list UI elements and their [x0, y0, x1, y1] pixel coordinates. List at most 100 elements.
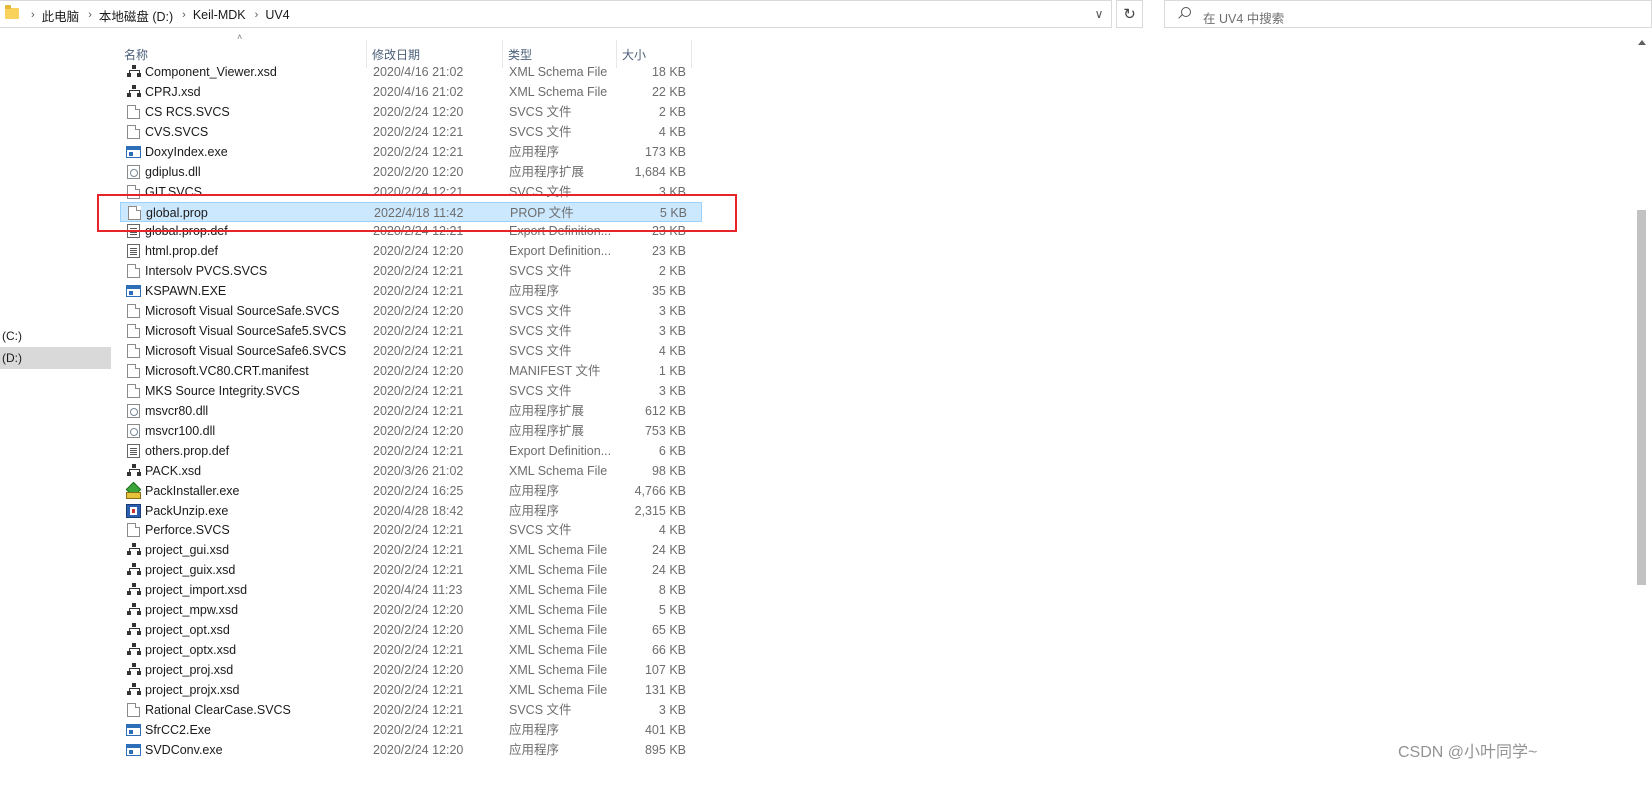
breadcrumb-keil-mdk[interactable]: Keil-MDK: [193, 8, 246, 22]
file-row[interactable]: Intersolv PVCS.SVCS 2020/2/24 12:21 SVCS 文…: [120, 261, 702, 281]
search-input[interactable]: 在 UV4 中搜索: [1203, 8, 1284, 27]
file-row[interactable]: project_gui.xsd 2020/2/24 12:21 XML Schema…: [120, 540, 702, 560]
breadcrumb-uv4[interactable]: UV4: [265, 8, 289, 22]
file-type: XML Schema File: [509, 682, 608, 697]
file-type: SVCS 文件: [509, 124, 572, 139]
file-date: 2020/2/24 12:21: [373, 284, 464, 299]
file-row[interactable]: project_optx.xsd 2020/2/24 12:21 XML Schem…: [120, 640, 702, 660]
file-type: XML Schema File: [509, 662, 608, 677]
file-size: 4,766 KB: [634, 483, 686, 498]
file-row[interactable]: others.prop.def 2020/2/24 12:21 Export Def…: [120, 441, 702, 461]
file-type: 应用程序扩展: [509, 423, 585, 438]
file-type: 应用程序: [509, 742, 560, 757]
breadcrumb-drive-d[interactable]: 本地磁盘 (D:): [99, 6, 173, 25]
chevron-right-icon[interactable]: ›: [246, 9, 266, 21]
file-size: 3 KB: [658, 383, 686, 398]
file-row[interactable]: msvcr100.dll 2020/2/24 12:20 应用程序扩展 753 KB: [120, 421, 702, 441]
file-row[interactable]: gdiplus.dll 2020/2/20 12:20 应用程序扩展 1,684 KB: [120, 162, 702, 182]
file-type: XML Schema File: [509, 623, 608, 637]
file-row[interactable]: Microsoft.VC80.CRT.manifest 2020/2/24 12:…: [120, 361, 702, 381]
file-size: 4 KB: [658, 344, 686, 358]
file-name: gdiplus.dll: [145, 164, 201, 179]
file-row[interactable]: project_import.xsd 2020/4/24 11:23 XML Sch…: [120, 580, 702, 600]
pack-installer-icon: [125, 483, 141, 499]
file-row[interactable]: DoxyIndex.exe 2020/2/24 12:21 应用程序 173 KB: [120, 142, 702, 162]
file-row[interactable]: KSPAWN.EXE 2020/2/24 12:21 应用程序 35 KB: [120, 281, 702, 301]
file-name: Perforce.SVCS: [145, 523, 230, 538]
file-name: Microsoft Visual SourceSafe6.SVCS: [145, 344, 347, 358]
file-icon: [127, 264, 140, 279]
file-name: project_optx.xsd: [145, 643, 237, 657]
file-row[interactable]: project_proj.xsd 2020/2/24 12:20 XML Schem…: [120, 660, 702, 680]
file-row[interactable]: project_projx.xsd 2020/2/24 12:21 XML Sche…: [120, 680, 702, 700]
breadcrumb-this-pc[interactable]: 此电脑: [42, 6, 80, 25]
file-size: 18 KB: [651, 65, 686, 79]
chevron-down-icon[interactable]: ∨: [1087, 1, 1111, 27]
file-row[interactable]: PackUnzip.exe 2020/4/28 18:42 应用程序 2,315 KB: [120, 501, 702, 521]
xsd-icon: [127, 84, 141, 99]
file-row[interactable]: Rational ClearCase.SVCS 2020/2/24 12:21 SV…: [120, 700, 702, 720]
refresh-icon: ↻: [1123, 6, 1136, 23]
file-row[interactable]: MKS Source Integrity.SVCS 2020/2/24 12:21…: [120, 381, 702, 401]
file-row[interactable]: SVDConv.exe 2020/2/24 12:20 应用程序 895 KB: [120, 740, 702, 760]
file-row[interactable]: project_mpw.xsd 2020/2/24 12:20 XML Schema…: [120, 600, 702, 620]
file-type: XML Schema File: [509, 643, 608, 657]
xsd-icon: [127, 603, 141, 617]
file-type: SVCS 文件: [509, 324, 572, 339]
file-size: 895 KB: [644, 742, 686, 757]
file-row[interactable]: CS RCS.SVCS 2020/2/24 12:20 SVCS 文件 2 KB: [120, 102, 702, 122]
file-size: 1,684 KB: [634, 164, 686, 179]
xsd-icon: [127, 623, 141, 637]
nav-item-drive-c[interactable]: (C:): [0, 325, 111, 347]
file-name: project_gui.xsd: [145, 543, 230, 558]
breadcrumb: › 此电脑 › 本地磁盘 (D:) › Keil-MDK › UV4: [22, 1, 290, 29]
scroll-up-arrow-icon[interactable]: [1638, 40, 1646, 45]
xsd-icon: [127, 463, 141, 478]
file-row[interactable]: SfrCC2.Exe 2020/2/24 12:21 应用程序 401 KB: [120, 720, 702, 740]
search-box[interactable]: 在 UV4 中搜索: [1164, 0, 1652, 28]
file-name: Microsoft Visual SourceSafe.SVCS: [145, 304, 340, 319]
file-icon: [127, 124, 140, 139]
chevron-right-icon[interactable]: ›: [79, 9, 99, 21]
file-date: 2020/2/24 12:21: [373, 563, 464, 578]
file-type: SVCS 文件: [509, 383, 572, 398]
file-size: 3 KB: [658, 324, 686, 339]
file-row[interactable]: Perforce.SVCS 2020/2/24 12:21 SVCS 文件 4 KB: [120, 520, 702, 540]
file-name: Microsoft.VC80.CRT.manifest: [145, 363, 309, 378]
chevron-right-icon[interactable]: ›: [173, 9, 193, 21]
file-size: 35 KB: [651, 284, 686, 299]
file-name: msvcr100.dll: [145, 423, 216, 438]
file-row[interactable]: Component_Viewer.xsd 2020/4/16 21:02 XML S…: [120, 62, 702, 82]
file-name: Intersolv PVCS.SVCS: [145, 264, 268, 279]
nav-item-drive-d[interactable]: (D:): [0, 347, 111, 369]
file-date: 2020/2/24 12:21: [373, 124, 464, 139]
address-bar[interactable]: › 此电脑 › 本地磁盘 (D:) › Keil-MDK › UV4 ∨: [0, 0, 1112, 28]
chevron-right-icon[interactable]: ›: [22, 9, 42, 21]
file-row[interactable]: Microsoft Visual SourceSafe.SVCS 2020/2/2…: [120, 301, 702, 321]
file-row[interactable]: CVS.SVCS 2020/2/24 12:21 SVCS 文件 4 KB: [120, 122, 702, 142]
file-name: KSPAWN.EXE: [145, 284, 227, 299]
exe-icon: [126, 723, 141, 736]
file-row[interactable]: Microsoft Visual SourceSafe5.SVCS 2020/2/…: [120, 321, 702, 341]
scrollbar-thumb[interactable]: [1637, 210, 1646, 585]
file-date: 2020/2/24 12:21: [373, 264, 464, 279]
file-type: XML Schema File: [509, 603, 608, 618]
file-size: 4 KB: [658, 124, 686, 139]
refresh-button[interactable]: ↻: [1116, 0, 1143, 28]
file-row[interactable]: Microsoft Visual SourceSafe6.SVCS 2020/2/…: [120, 341, 702, 361]
file-row[interactable]: msvcr80.dll 2020/2/24 12:21 应用程序扩展 612 KB: [120, 401, 702, 421]
file-row[interactable]: project_opt.xsd 2020/2/24 12:20 XML Schema…: [120, 620, 702, 640]
file-row[interactable]: PackInstaller.exe 2020/2/24 16:25 应用程序 4,76…: [120, 481, 702, 501]
file-date: 2020/2/24 12:21: [373, 523, 464, 538]
file-date: 2020/2/24 12:21: [373, 403, 464, 418]
file-size: 2 KB: [658, 104, 686, 119]
file-size: 3 KB: [658, 702, 686, 717]
file-row[interactable]: project_guix.xsd 2020/2/24 12:21 XML Schem…: [120, 560, 702, 580]
file-row[interactable]: CPRJ.xsd 2020/4/16 21:02 XML Schema File 22…: [120, 82, 702, 102]
file-date: 2020/2/24 12:20: [373, 244, 464, 259]
file-name: PackInstaller.exe: [145, 483, 240, 498]
file-row[interactable]: PACK.xsd 2020/3/26 21:02 XML Schema File 98…: [120, 461, 702, 481]
file-row[interactable]: html.prop.def 2020/2/24 12:20 Export Defin…: [120, 241, 702, 261]
file-type: SVCS 文件: [509, 344, 572, 358]
vertical-scrollbar[interactable]: [1633, 30, 1652, 806]
